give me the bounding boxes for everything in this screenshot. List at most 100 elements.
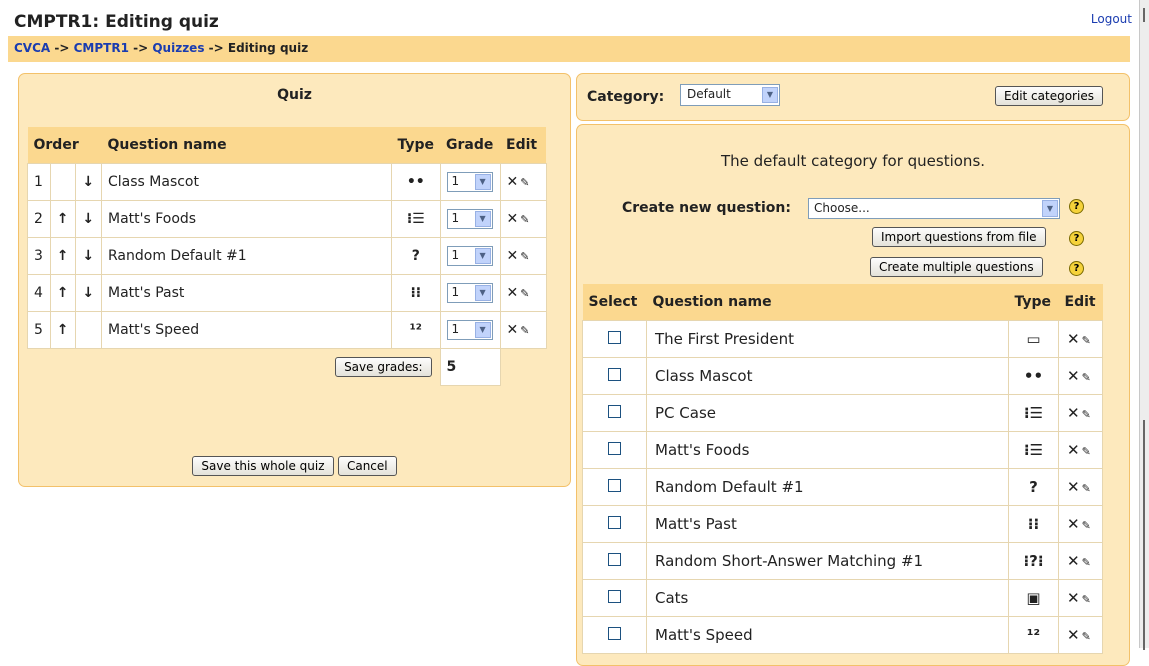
delete-icon[interactable]: ✕ [507, 248, 519, 264]
delete-icon[interactable]: ✕ [1067, 478, 1080, 496]
edit-icon[interactable]: ✎ [520, 213, 529, 226]
grade-select[interactable]: 1 ▼ [446, 320, 493, 340]
delete-icon[interactable]: ✕ [507, 322, 519, 338]
table-row: 4 ↑ ↓ Matt's Past ⁝⁝ 1 ▼ ✕ ✎ [27, 274, 547, 312]
edit-icon[interactable]: ✎ [1082, 630, 1091, 643]
select-checkbox[interactable] [608, 405, 621, 418]
breadcrumb-quizzes[interactable]: Quizzes [152, 41, 204, 55]
question-name: Matt's Speed [101, 311, 392, 349]
grade-select[interactable]: 1 ▼ [446, 209, 493, 229]
select-checkbox[interactable] [608, 368, 621, 381]
grade-select[interactable]: 1 ▼ [446, 246, 493, 266]
question-type-icon: ? [391, 237, 441, 275]
question-name: PC Case [646, 394, 1009, 432]
move-up-arrow-icon[interactable]: ↑ [49, 237, 77, 275]
category-select[interactable]: Default ▼ [680, 84, 780, 106]
col-type: Type [1008, 284, 1059, 321]
select-checkbox[interactable] [608, 331, 621, 344]
edit-icon[interactable]: ✎ [1082, 371, 1091, 384]
select-checkbox[interactable] [608, 627, 621, 640]
breadcrumb-cvca[interactable]: CVCA [14, 41, 50, 55]
edit-icon[interactable]: ✎ [1082, 519, 1091, 532]
breadcrumb: CVCA -> CMPTR1 -> Quizzes -> Editing qui… [8, 36, 1130, 62]
edit-icon[interactable]: ✎ [1082, 334, 1091, 347]
grade-cell: 1 ▼ [439, 311, 501, 349]
help-icon[interactable]: ? [1069, 261, 1084, 276]
cancel-button[interactable]: Cancel [337, 456, 397, 476]
edit-icon[interactable]: ✎ [1082, 482, 1091, 495]
help-icon[interactable]: ? [1069, 199, 1084, 214]
delete-icon[interactable]: ✕ [1067, 441, 1080, 459]
select-checkbox[interactable] [608, 442, 621, 455]
quiz-questions-table: Order Question name Type Grade Edit 1 ↓ … [27, 127, 547, 386]
move-up-arrow-icon[interactable]: ↑ [49, 274, 77, 312]
select-checkbox[interactable] [608, 516, 621, 529]
question-name: Matt's Past [646, 505, 1009, 543]
question-type-icon: •• [1008, 357, 1059, 395]
edit-categories-button[interactable]: Edit categories [995, 86, 1103, 106]
breadcrumb-cmptr1[interactable]: CMPTR1 [74, 41, 129, 55]
question-type-icon: ¹² [391, 311, 441, 349]
edit-icon[interactable]: ✎ [520, 324, 529, 337]
delete-icon[interactable]: ✕ [507, 285, 519, 301]
logout-link[interactable]: Logout [1091, 12, 1132, 26]
create-question-select[interactable]: Choose... ▼ [808, 198, 1060, 219]
delete-icon[interactable]: ✕ [507, 174, 519, 190]
move-down-arrow-icon[interactable]: ↓ [75, 274, 102, 312]
move-up-arrow-icon[interactable] [49, 163, 77, 201]
question-type-icon: •• [391, 163, 441, 201]
question-type-icon: ▣ [1008, 579, 1059, 617]
move-down-arrow-icon[interactable]: ↓ [75, 237, 102, 275]
question-name: Class Mascot [101, 163, 392, 201]
edit-actions: ✕ ✎ [499, 163, 547, 201]
col-question-name: Question name [646, 284, 1009, 321]
chevron-down-icon: ▼ [1042, 200, 1058, 217]
delete-icon[interactable]: ✕ [1067, 589, 1080, 607]
move-down-arrow-icon[interactable]: ↓ [75, 200, 102, 238]
grade-select[interactable]: 1 ▼ [446, 172, 493, 192]
chevron-down-icon: ▼ [474, 174, 491, 190]
col-grade: Grade [440, 127, 501, 164]
edit-icon[interactable]: ✎ [1082, 593, 1091, 606]
edit-icon[interactable]: ✎ [1082, 408, 1091, 421]
create-question-label: Create new question: [622, 200, 791, 216]
delete-icon[interactable]: ✕ [1067, 404, 1080, 422]
help-icon[interactable]: ? [1069, 231, 1084, 246]
category-bar: Category: Default ▼ Edit categories [576, 73, 1130, 121]
col-order: Order [27, 127, 102, 164]
edit-icon[interactable]: ✎ [520, 250, 529, 263]
total-grade: 5 [439, 348, 501, 386]
select-checkbox[interactable] [608, 553, 621, 566]
order-number: 5 [27, 311, 51, 349]
table-row: Class Mascot •• ✕ ✎ [582, 357, 1103, 395]
chevron-down-icon: ▼ [474, 211, 491, 227]
delete-icon[interactable]: ✕ [1067, 330, 1080, 348]
grade-select[interactable]: 1 ▼ [446, 283, 493, 303]
edit-icon[interactable]: ✎ [520, 176, 529, 189]
move-down-arrow-icon[interactable]: ↓ [75, 163, 102, 201]
question-name: Matt's Past [101, 274, 392, 312]
question-type-icon: ⁝?⁝ [1008, 542, 1059, 580]
move-up-arrow-icon[interactable]: ↑ [49, 311, 77, 349]
chevron-down-icon: ▼ [762, 87, 778, 103]
select-checkbox[interactable] [608, 590, 621, 603]
move-up-arrow-icon[interactable]: ↑ [49, 200, 77, 238]
question-type-icon: ⁝☰ [1008, 394, 1059, 432]
table-row: Random Short-Answer Matching #1 ⁝?⁝ ✕ ✎ [582, 542, 1103, 580]
edit-icon[interactable]: ✎ [1082, 556, 1091, 569]
delete-icon[interactable]: ✕ [1067, 552, 1080, 570]
move-down-arrow-icon[interactable] [75, 311, 102, 349]
import-questions-button[interactable]: Import questions from file [872, 227, 1046, 247]
table-row: Cats ▣ ✕ ✎ [582, 579, 1103, 617]
delete-icon[interactable]: ✕ [1067, 626, 1080, 644]
delete-icon[interactable]: ✕ [507, 211, 519, 227]
create-multiple-button[interactable]: Create multiple questions [870, 257, 1043, 277]
edit-icon[interactable]: ✎ [1082, 445, 1091, 458]
save-grades-button[interactable]: Save grades: [335, 357, 432, 378]
select-checkbox[interactable] [608, 479, 621, 492]
delete-icon[interactable]: ✕ [1067, 367, 1080, 385]
delete-icon[interactable]: ✕ [1067, 515, 1080, 533]
save-quiz-button[interactable]: Save this whole quiz [192, 456, 334, 476]
question-type-icon: ⁝⁝ [391, 274, 441, 312]
edit-icon[interactable]: ✎ [520, 287, 529, 300]
